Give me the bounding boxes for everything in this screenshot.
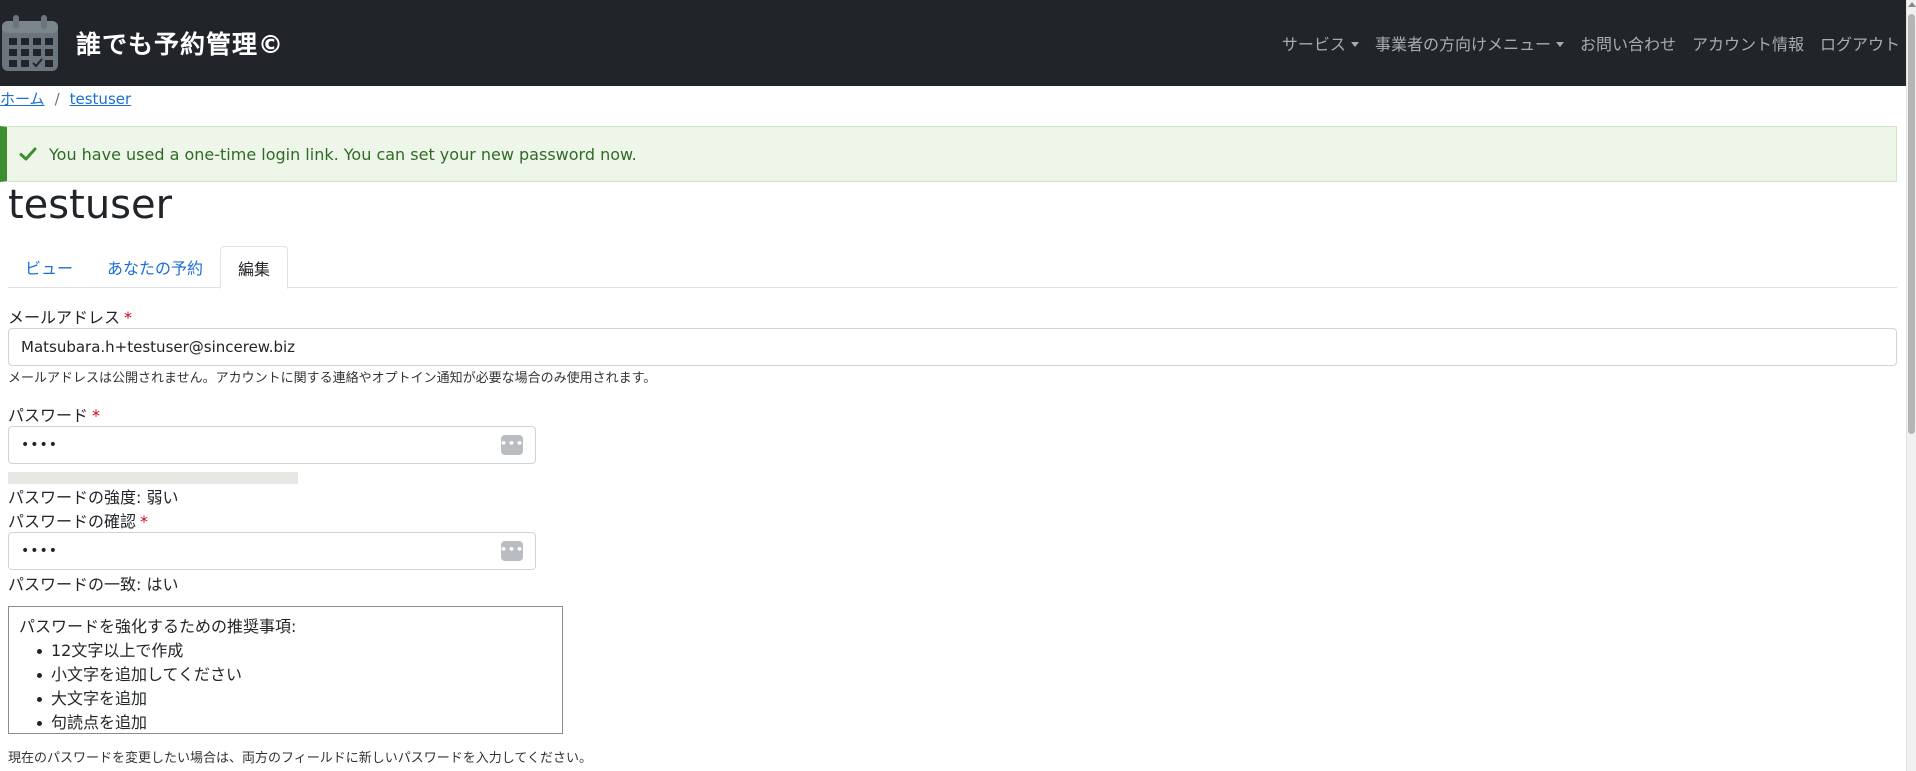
page-title: testuser bbox=[8, 182, 173, 228]
tab-reservations[interactable]: あなたの予約 bbox=[90, 246, 220, 288]
password-confirm-label-text: パスワードの確認 bbox=[8, 512, 137, 531]
nav-link-label: 事業者の方向けメニュー bbox=[1374, 35, 1551, 54]
password-strength-value: 弱い bbox=[146, 488, 179, 507]
email-field[interactable]: Matsubara.h+testuser@sincerew.biz bbox=[8, 328, 1897, 366]
breadcrumb-user-link[interactable]: testuser bbox=[70, 90, 132, 108]
tab-view[interactable]: ビュー bbox=[8, 246, 90, 288]
brand[interactable]: 誰でも予約管理© bbox=[0, 12, 284, 74]
password-match-label: パスワードの一致: bbox=[8, 575, 142, 594]
password-field-value: •••• bbox=[21, 437, 59, 453]
email-label: メールアドレス * bbox=[8, 304, 132, 328]
status-message: You have used a one-time login link. You… bbox=[0, 126, 1897, 182]
nav-link-contact[interactable]: お問い合わせ bbox=[1580, 31, 1676, 55]
status-message-text: You have used a one-time login link. You… bbox=[49, 144, 637, 164]
email-field-value: Matsubara.h+testuser@sincerew.biz bbox=[21, 338, 296, 356]
breadcrumb: ホーム / testuser bbox=[0, 88, 131, 109]
page: 誰でも予約管理© サービス 事業者の方向けメニュー お問い合わせ アカウント情報… bbox=[0, 0, 1916, 771]
calendar-icon bbox=[2, 15, 58, 71]
nav-link-label: ログアウト bbox=[1819, 35, 1900, 54]
password-key-icon[interactable]: ••• bbox=[500, 435, 523, 455]
scroll-thumb[interactable] bbox=[1908, 14, 1915, 434]
required-mark: * bbox=[124, 308, 133, 327]
password-confirm-label: パスワードの確認 * bbox=[8, 508, 148, 532]
password-confirm-field[interactable]: •••• ••• bbox=[8, 532, 536, 570]
password-suggestions: パスワードを強化するための推奨事項: 12文字以上で作成 小文字を追加してくださ… bbox=[8, 606, 563, 734]
password-label: パスワード * bbox=[8, 402, 100, 426]
caret-down-icon bbox=[1350, 41, 1359, 47]
password-match-value: はい bbox=[146, 575, 179, 594]
password-suggestions-title: パスワードを強化するための推奨事項: bbox=[19, 617, 297, 636]
password-label-text: パスワード bbox=[8, 406, 89, 425]
list-item: 句読点を追加 bbox=[37, 711, 552, 735]
password-change-note: 現在のパスワードを変更したい場合は、両方のフィールドに新しいパスワードを入力して… bbox=[8, 751, 592, 766]
required-mark: * bbox=[140, 512, 149, 531]
list-item: 12文字以上で作成 bbox=[37, 639, 552, 663]
password-field[interactable]: •••• ••• bbox=[8, 426, 536, 464]
password-confirm-field-value: •••• bbox=[21, 543, 59, 559]
password-suggestions-list: 12文字以上で作成 小文字を追加してください 大文字を追加 句読点を追加 bbox=[19, 639, 552, 735]
password-strength-text: パスワードの強度: 弱い bbox=[8, 484, 179, 508]
password-strength-label: パスワードの強度: bbox=[8, 488, 142, 507]
scrollbar[interactable] bbox=[1906, 0, 1916, 771]
tabs: ビュー あなたの予約 編集 bbox=[8, 246, 1897, 289]
tab-edit[interactable]: 編集 bbox=[220, 246, 289, 289]
password-match-text: パスワードの一致: はい bbox=[8, 571, 179, 595]
required-mark: * bbox=[92, 406, 101, 425]
nav-link-business-menu[interactable]: 事業者の方向けメニュー bbox=[1375, 31, 1564, 55]
nav-link-account[interactable]: アカウント情報 bbox=[1692, 31, 1804, 55]
caret-down-icon bbox=[1555, 41, 1564, 47]
scroll-up-arrow-icon[interactable] bbox=[1908, 2, 1916, 7]
breadcrumb-separator: / bbox=[54, 89, 60, 108]
check-icon bbox=[19, 147, 37, 161]
nav-link-label: アカウント情報 bbox=[1691, 35, 1804, 54]
brand-name: 誰でも予約管理© bbox=[76, 30, 285, 59]
nav-link-label: お問い合わせ bbox=[1579, 35, 1676, 54]
list-item: 大文字を追加 bbox=[37, 687, 552, 711]
password-strength-bar bbox=[8, 472, 298, 484]
nav-link-logout[interactable]: ログアウト bbox=[1820, 31, 1900, 55]
nav-links: サービス 事業者の方向けメニュー お問い合わせ アカウント情報 ログアウト bbox=[1266, 0, 1900, 86]
list-item: 小文字を追加してください bbox=[37, 663, 552, 687]
nav-link-services[interactable]: サービス bbox=[1282, 31, 1359, 55]
email-label-text: メールアドレス bbox=[8, 308, 121, 327]
navbar: 誰でも予約管理© サービス 事業者の方向けメニュー お問い合わせ アカウント情報… bbox=[0, 0, 1906, 86]
email-description: メールアドレスは公開されません。アカウントに関する連絡やオプトイン通知が必要な場… bbox=[8, 371, 657, 386]
nav-link-label: サービス bbox=[1281, 35, 1346, 54]
breadcrumb-home-link[interactable]: ホーム bbox=[0, 88, 45, 109]
password-key-icon[interactable]: ••• bbox=[500, 541, 523, 561]
